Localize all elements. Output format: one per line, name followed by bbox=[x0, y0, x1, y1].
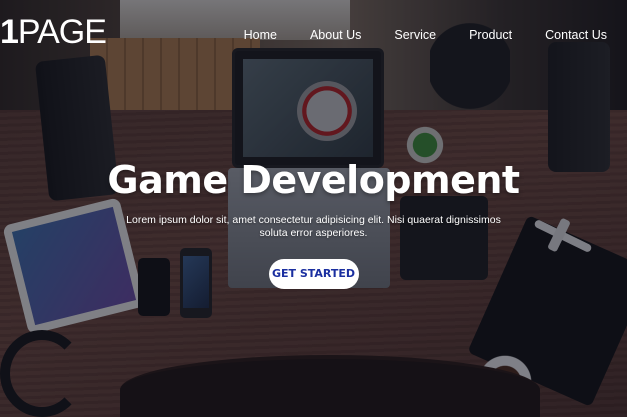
logo-number: 1 bbox=[0, 13, 19, 51]
nav-item-home[interactable]: Home bbox=[244, 28, 277, 42]
navbar: 1PAGE Home About Us Service Product Cont… bbox=[0, 0, 627, 72]
hero-section: Game Development Lorem ipsum dolor sit, … bbox=[0, 156, 627, 289]
nav-item-product[interactable]: Product bbox=[469, 28, 512, 42]
get-started-button[interactable]: GET STARTED bbox=[268, 259, 359, 289]
logo-word: PAGE bbox=[17, 13, 107, 51]
hero-title: Game Development bbox=[107, 158, 520, 202]
nav-item-contact-us[interactable]: Contact Us bbox=[545, 28, 607, 42]
nav-item-service[interactable]: Service bbox=[394, 28, 436, 42]
site-logo[interactable]: 1PAGE bbox=[0, 13, 107, 51]
nav-menu: Home About Us Service Product Contact Us bbox=[211, 28, 607, 42]
nav-item-about-us[interactable]: About Us bbox=[310, 28, 361, 42]
hero-description: Lorem ipsum dolor sit, amet consectetur … bbox=[126, 214, 501, 239]
